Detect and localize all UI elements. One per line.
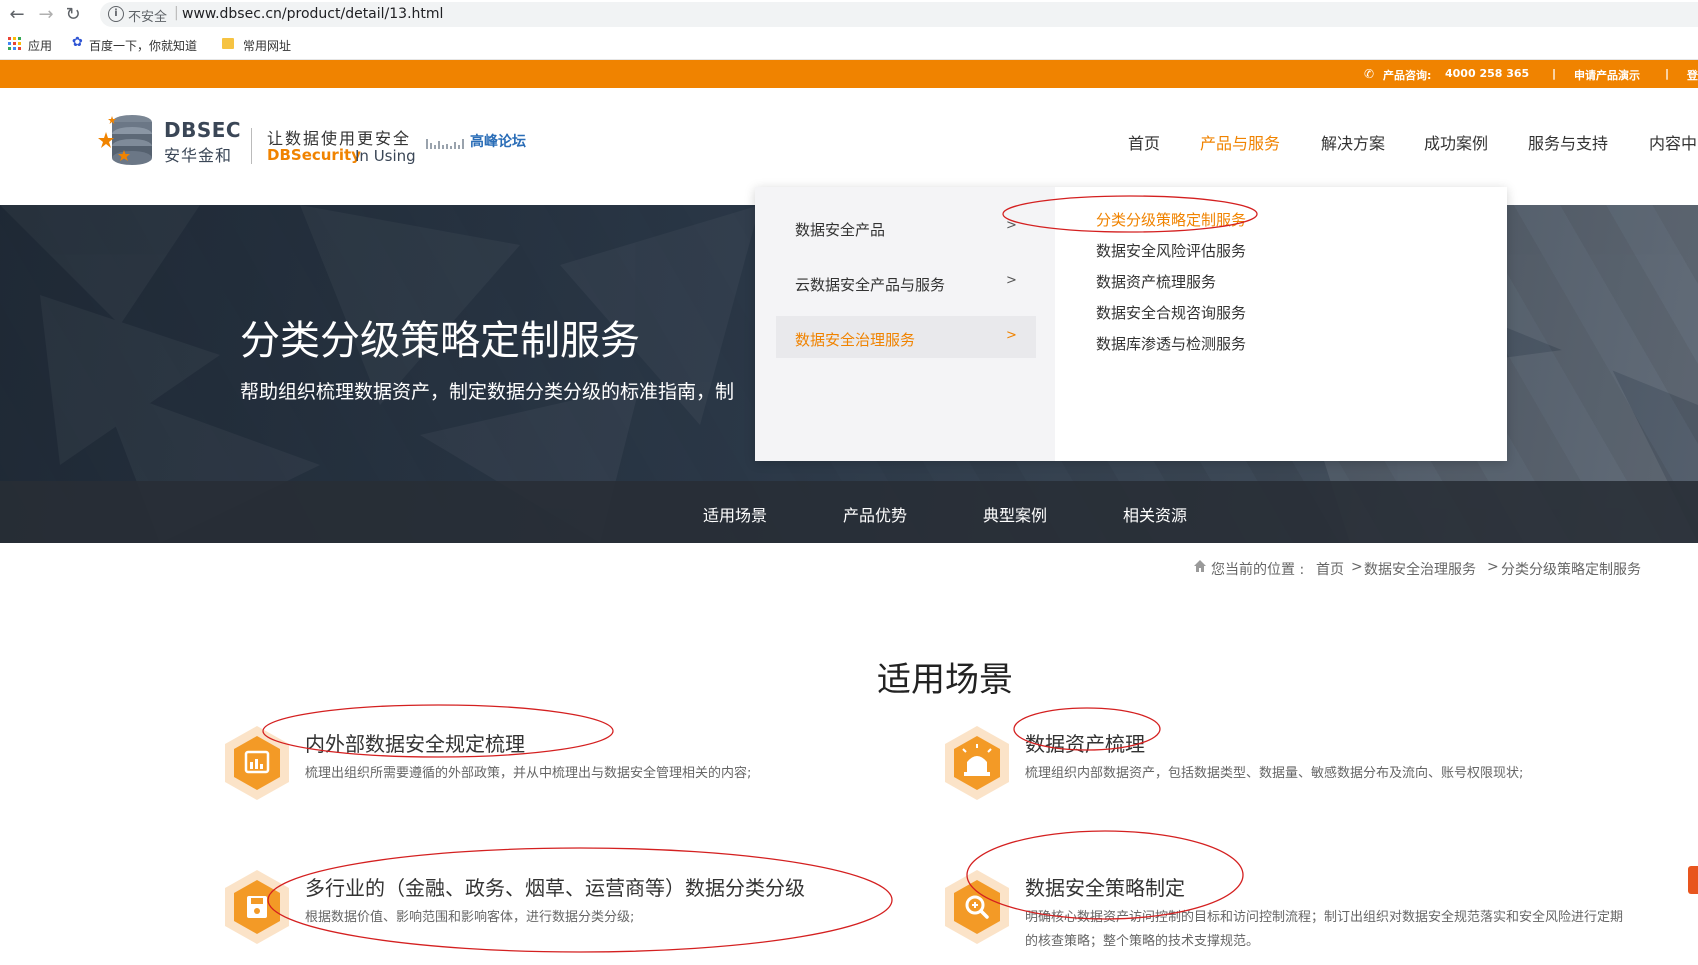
scenario-desc: 明确核心数据资产访问控制的目标和访问控制流程；制订出组织对数据安全规范落实和安全…: [1025, 910, 1624, 949]
home-icon: [1194, 560, 1206, 572]
magnifier-icon: [945, 870, 1009, 944]
nav-service-support[interactable]: 服务与支持: [1528, 130, 1608, 154]
scenario-desc: 根据数据价值、影响范围和影响客体，进行数据分类分级;: [305, 910, 635, 925]
subnav-advantages[interactable]: 产品优势: [843, 502, 907, 526]
url-divider: |: [174, 5, 179, 21]
consult-label: 产品咨询:: [1383, 69, 1432, 82]
save-disk-icon: [225, 870, 289, 944]
logo-divider: [251, 128, 252, 164]
subnav-cases[interactable]: 典型案例: [983, 502, 1047, 526]
bookmarks-bar: 应用 ✿ 百度一下，你就知道 常用网址: [0, 29, 1698, 60]
reload-icon[interactable]: ↻: [62, 4, 84, 26]
scenario-title: 多行业的（金融、政务、烟草、运营商等）数据分类分级: [305, 876, 805, 900]
login-link[interactable]: 登: [1687, 67, 1698, 83]
nav-content-center[interactable]: 内容中: [1649, 130, 1697, 154]
subnav-scenarios[interactable]: 适用场景: [703, 502, 767, 526]
hero-title: 分类分级策略定制服务: [240, 318, 640, 364]
bookmark-common[interactable]: 常用网址: [243, 37, 291, 54]
scenario-title: 内外部数据安全规定梳理: [305, 732, 525, 756]
folder-icon: [222, 38, 234, 49]
dropdown-category-cloud-security[interactable]: 云数据安全产品与服务: [795, 274, 945, 295]
info-icon[interactable]: i: [108, 6, 124, 22]
slogan-en-brand: DBSecurity: [267, 146, 361, 164]
breadcrumb-prefix: 您当前的位置 :: [1211, 562, 1305, 578]
request-demo-link[interactable]: 申请产品演示: [1574, 67, 1640, 83]
logo-text-cn[interactable]: 安华金和: [164, 142, 232, 166]
security-status: 不安全: [128, 10, 168, 25]
consult-phone[interactable]: 4000 258 365: [1445, 67, 1529, 80]
forum-link[interactable]: 高峰论坛: [470, 131, 526, 151]
topbar-separator-2: |: [1665, 67, 1670, 80]
baidu-paw-icon: ✿: [72, 35, 83, 50]
breadcrumb-current: 分类分级策略定制服务: [1501, 562, 1641, 578]
subnav-resources[interactable]: 相关资源: [1123, 502, 1187, 526]
scenario-desc: 梳理组织内部数据资产，包括数据类型、数据量、敏感数据分布及流向、账号权限现状;: [1025, 766, 1524, 781]
address-bar[interactable]: i 不安全 | www.dbsec.cn/product/detail/13.h…: [100, 2, 1698, 27]
slogan-en-rest: In Using: [355, 147, 416, 165]
breadcrumb-governance[interactable]: 数据安全治理服务: [1364, 559, 1476, 579]
hero-subtitle: 帮助组织梳理数据资产，制定数据分类分级的标准指南，制: [240, 381, 735, 403]
dropdown-sub-classification-service[interactable]: 分类分级策略定制服务: [1096, 209, 1246, 230]
top-contact-bar: ✆ 产品咨询: 4000 258 365 | 申请产品演示 | 登: [0, 60, 1698, 88]
scenario-title: 数据安全策略制定: [1025, 876, 1185, 900]
scenarios-title: 适用场景: [877, 660, 1013, 700]
scenario-title: 数据资产梳理: [1025, 732, 1145, 756]
dropdown-category-governance-services[interactable]: 数据安全治理服务: [795, 329, 915, 350]
dropdown-category-data-security-products[interactable]: 数据安全产品: [795, 219, 885, 240]
nav-products-services[interactable]: 产品与服务: [1200, 130, 1280, 154]
scenario-desc: 梳理出组织所需要遵循的外部政策，并从中梳理出与数据安全管理相关的内容;: [305, 766, 752, 781]
nav-home[interactable]: 首页: [1128, 130, 1160, 154]
forward-icon[interactable]: →: [35, 4, 57, 26]
chevron-right-icon: >: [1006, 273, 1017, 288]
phone-icon: ✆: [1364, 67, 1375, 81]
dropdown-sub-pentest-detection[interactable]: 数据库渗透与检测服务: [1096, 333, 1246, 354]
chevron-right-icon: >: [1006, 218, 1017, 233]
dropdown-sub-asset-inventory[interactable]: 数据资产梳理服务: [1096, 271, 1216, 292]
apps-icon[interactable]: [8, 37, 21, 50]
back-icon[interactable]: ←: [6, 4, 28, 26]
breadcrumb-home[interactable]: 首页: [1316, 559, 1344, 579]
calendar-chart-icon: [225, 726, 289, 800]
forum-equalizer-icon: [426, 139, 464, 149]
bookmark-baidu[interactable]: 百度一下，你就知道: [89, 37, 197, 54]
chevron-right-icon: >: [1006, 328, 1017, 343]
dropdown-sub-risk-assessment[interactable]: 数据安全风险评估服务: [1096, 240, 1246, 261]
side-float-widget[interactable]: [1688, 866, 1698, 894]
bookmark-apps[interactable]: 应用: [28, 37, 52, 54]
logo-text-en[interactable]: DBSEC: [164, 118, 241, 142]
url-text[interactable]: www.dbsec.cn/product/detail/13.html: [182, 6, 443, 22]
nav-solutions[interactable]: 解决方案: [1321, 130, 1385, 154]
nav-cases[interactable]: 成功案例: [1424, 130, 1488, 154]
alarm-light-icon: [945, 726, 1009, 800]
dbsec-logo-icon[interactable]: [98, 112, 160, 168]
breadcrumb-sep: >: [1351, 559, 1363, 575]
topbar-separator: |: [1552, 67, 1557, 80]
breadcrumb-sep: >: [1487, 559, 1499, 575]
dropdown-sub-compliance-consulting[interactable]: 数据安全合规咨询服务: [1096, 302, 1246, 323]
browser-toolbar: ← → ↻ i 不安全 | www.dbsec.cn/product/detai…: [0, 0, 1698, 29]
